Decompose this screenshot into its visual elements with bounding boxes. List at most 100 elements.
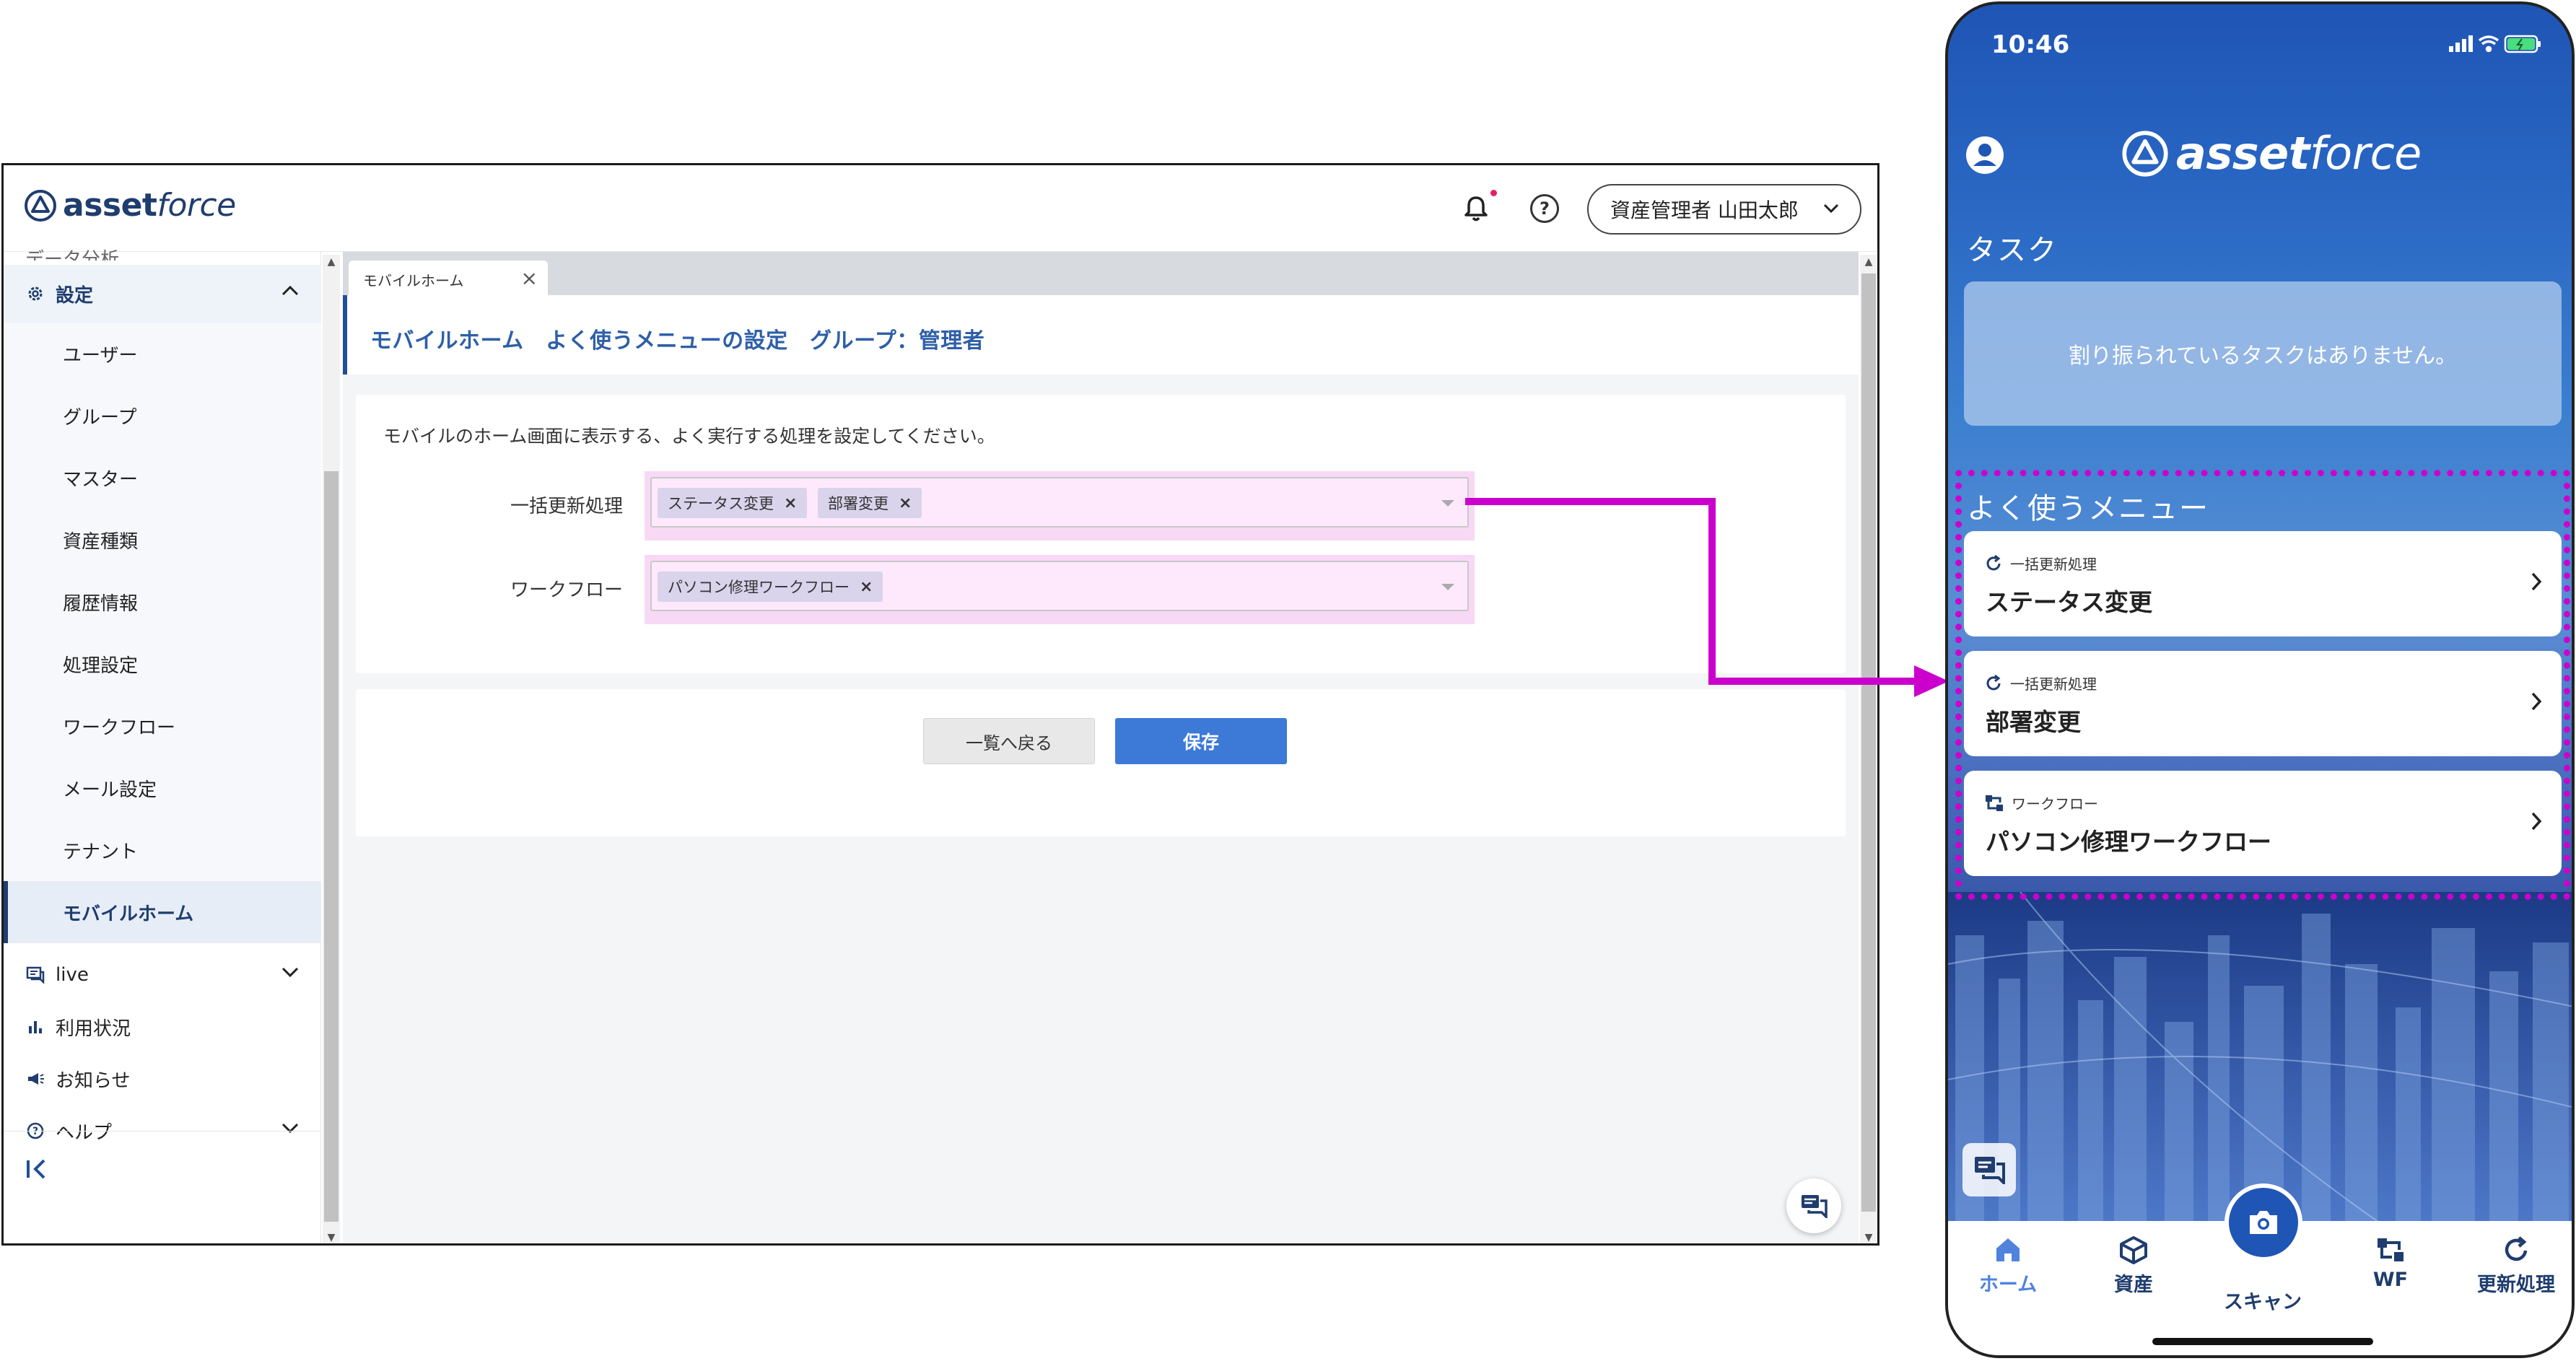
task-empty-card: 割り振られているタスクはありません。 (1964, 281, 2562, 426)
city-background-image (1948, 892, 2572, 1224)
sidebar-item-cut[interactable]: データ分析 (25, 245, 119, 261)
main-scrollbar[interactable]: ▲ ▼ (1860, 255, 1877, 1243)
collapse-left-icon (27, 1159, 45, 1179)
chip-status-change: ステータス変更 × (658, 488, 808, 518)
chat-support-button[interactable] (1786, 1178, 1841, 1233)
sidebar-item-master[interactable]: マスター (4, 447, 321, 509)
scroll-thumb[interactable] (1861, 273, 1876, 1212)
chip-pc-repair-workflow: パソコン修理ワークフロー × (658, 572, 883, 602)
chat-icon (1802, 1195, 1828, 1218)
close-icon[interactable]: × (521, 266, 538, 290)
chip-remove-icon[interactable]: × (860, 578, 873, 596)
sidebar-item-process-settings[interactable]: 処理設定 (4, 633, 321, 695)
user-name: 資産管理者 山田太郎 (1610, 198, 1799, 222)
chevron-down-icon (281, 967, 299, 978)
frequent-menu-highlight (1955, 470, 2570, 900)
tab-label: WF (2372, 1269, 2409, 1291)
bulk-update-highlight: ステータス変更 × 部署変更 × (645, 471, 1475, 541)
tab-scan[interactable]: スキャン (2209, 1286, 2317, 1314)
help-icon[interactable]: ? (1530, 194, 1559, 223)
chat-icon (1975, 1157, 2005, 1184)
workflow-multiselect[interactable]: パソコン修理ワークフロー × (650, 561, 1469, 611)
scroll-up-arrow[interactable]: ▲ (1860, 256, 1877, 268)
scroll-up-arrow[interactable]: ▲ (323, 256, 340, 268)
svg-text:?: ? (32, 1126, 38, 1137)
form-card: モバイルのホーム画面に表示する、よく実行する処理を設定してください。 一括更新処… (356, 395, 1846, 673)
dropdown-caret-icon[interactable] (1441, 584, 1454, 590)
chip-remove-icon[interactable]: × (899, 494, 912, 512)
tab-home[interactable]: ホーム (1954, 1235, 2062, 1297)
sidebar-section-label: お知らせ (56, 1069, 131, 1092)
refresh-icon (2505, 1236, 2528, 1261)
scan-camera-button[interactable] (2224, 1183, 2302, 1261)
sidebar-item-groups[interactable]: グループ (4, 385, 321, 447)
wifi-icon (2478, 35, 2499, 53)
back-to-list-button[interactable]: 一覧へ戻る (923, 718, 1095, 764)
bulk-update-multiselect[interactable]: ステータス変更 × 部署変更 × (650, 477, 1469, 528)
chip-department-change: 部署変更 × (818, 488, 922, 518)
page-header: モバイルホーム よく使うメニューの設定 グループ：管理者 (343, 295, 1859, 375)
sidebar-item-history[interactable]: 履歴情報 (4, 571, 321, 633)
sidebar-collapse-button[interactable] (25, 1157, 50, 1187)
chip-label: パソコン修理ワークフロー (668, 579, 850, 596)
status-time: 10:46 (1991, 30, 2070, 59)
sidebar-section-live[interactable]: live (4, 946, 321, 1004)
chevron-down-icon (1823, 204, 1839, 214)
tab-label: スキャン (2224, 1291, 2302, 1313)
top-header: assetforce ? 資産管理者 山田太郎 (4, 165, 1877, 252)
sidebar-section-label: 利用状況 (56, 1018, 131, 1040)
sidebar-scrollbar[interactable]: ▲ ▼ (323, 255, 340, 1243)
sidebar-item-mobile-home[interactable]: モバイルホーム (4, 881, 321, 943)
gear-icon (25, 284, 45, 304)
logo-word-asset: asset (63, 187, 157, 224)
battery-icon (2504, 35, 2541, 53)
sidebar-item-asset-types[interactable]: 資産種類 (4, 509, 321, 571)
tab-assets[interactable]: 資産 (2079, 1235, 2188, 1297)
assetforce-logo-icon (2122, 130, 2168, 177)
app-logo[interactable]: assetforce (24, 187, 236, 224)
sidebar-item-workflow[interactable]: ワークフロー (4, 695, 321, 757)
home-indicator (2152, 1338, 2373, 1345)
sidebar-section-settings[interactable]: 設定 (4, 265, 321, 323)
action-card: 一覧へ戻る 保存 (356, 689, 1846, 836)
logo-word-force: force (2309, 127, 2422, 180)
workflow-label: ワークフロー (510, 579, 623, 601)
sidebar-item-tenant[interactable]: テナント (4, 819, 321, 881)
phone-app-logo: assetforce (2121, 127, 2422, 180)
chip-label: 部署変更 (828, 495, 888, 512)
sidebar-item-users[interactable]: ユーザー (4, 323, 321, 385)
tab-label: 資産 (2114, 1274, 2153, 1296)
desktop-admin-window: assetforce ? 資産管理者 山田太郎 データ分析 設定 ユーザー グル… (1, 163, 1879, 1246)
notification-bell-icon[interactable] (1460, 193, 1492, 224)
chevron-up-icon (281, 285, 299, 296)
tab-workflow[interactable]: WF (2336, 1235, 2445, 1291)
chip-remove-icon[interactable]: × (784, 494, 797, 512)
logo-word-force: force (157, 187, 236, 224)
sidebar-item-mail-settings[interactable]: メール設定 (4, 757, 321, 819)
form-description: モバイルのホーム画面に表示する、よく実行する処理を設定してください。 (383, 426, 995, 447)
save-button[interactable]: 保存 (1115, 718, 1287, 764)
account-icon[interactable] (1964, 134, 2006, 176)
dropdown-caret-icon[interactable] (1441, 500, 1454, 507)
chevron-down-icon (281, 1123, 299, 1134)
assetforce-logo-icon (25, 189, 56, 222)
sidebar-section-usage[interactable]: 利用状況 (4, 998, 321, 1056)
scroll-down-arrow[interactable]: ▼ (1860, 1232, 1877, 1243)
camera-icon (2250, 1211, 2277, 1234)
workflow-icon (2378, 1238, 2403, 1261)
tab-label: モバイルホーム (363, 272, 464, 289)
chat-list-icon (25, 965, 45, 985)
chip-label: ステータス変更 (668, 495, 774, 512)
scroll-down-arrow[interactable]: ▼ (323, 1232, 340, 1243)
sidebar-divider (4, 1131, 321, 1132)
sidebar-section-label: 設定 (56, 284, 94, 307)
tab-label: 更新処理 (2477, 1274, 2555, 1296)
sidebar-section-news[interactable]: お知らせ (4, 1050, 321, 1108)
tab-mobile-home[interactable]: モバイルホーム × (349, 261, 548, 297)
main-content: モバイルホーム × モバイルホーム よく使うメニューの設定 グループ：管理者 モ… (343, 252, 1859, 1243)
chat-support-button[interactable] (1962, 1143, 2016, 1196)
user-menu-button[interactable]: 資産管理者 山田太郎 (1587, 184, 1861, 235)
tab-bulk-update[interactable]: 更新処理 (2462, 1235, 2570, 1297)
scroll-thumb[interactable] (324, 471, 339, 1222)
tab-label: ホーム (1978, 1274, 2038, 1296)
